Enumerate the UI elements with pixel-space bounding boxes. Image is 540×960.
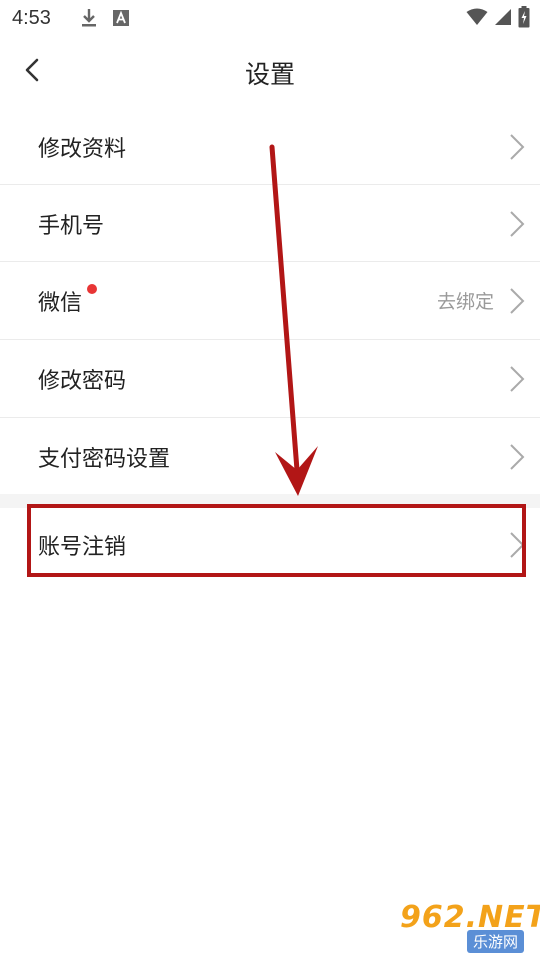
chevron-right-icon bbox=[510, 365, 525, 392]
settings-item-phone[interactable]: 手机号 bbox=[0, 185, 540, 262]
settings-item-wechat[interactable]: 微信 去绑定 bbox=[0, 262, 540, 339]
status-time: 4:53 bbox=[12, 6, 51, 29]
notification-badge bbox=[87, 284, 97, 294]
settings-item-label: 修改密码 bbox=[38, 368, 127, 394]
wifi-icon bbox=[466, 8, 488, 26]
status-bar: 4:53 bbox=[0, 0, 540, 36]
settings-item-payment-password[interactable]: 支付密码设置 bbox=[0, 418, 540, 495]
page-title: 设置 bbox=[244, 60, 295, 89]
battery-icon bbox=[518, 6, 530, 28]
download-icon bbox=[81, 8, 97, 28]
settings-item-label: 账号注销 bbox=[38, 535, 127, 560]
chevron-right-icon bbox=[510, 133, 525, 160]
chevron-right-icon bbox=[510, 210, 525, 237]
settings-item-account-deletion[interactable]: 账号注销 bbox=[0, 508, 540, 582]
a-notification-icon bbox=[112, 10, 129, 26]
chevron-right-icon bbox=[510, 532, 525, 558]
signal-icon bbox=[494, 8, 512, 26]
settings-item-label: 支付密码设置 bbox=[38, 446, 171, 472]
settings-item-label: 修改资料 bbox=[38, 136, 127, 162]
chevron-right-icon bbox=[510, 287, 525, 314]
chevron-right-icon bbox=[510, 443, 525, 470]
wechat-bind-status: 去绑定 bbox=[436, 291, 494, 313]
watermark-sub: 乐游网 bbox=[466, 930, 524, 953]
settings-item-label: 手机号 bbox=[38, 213, 105, 239]
site-watermark-logo: 962.NET 乐游网 bbox=[396, 900, 540, 956]
settings-item-label: 微信 bbox=[38, 290, 83, 316]
settings-item-change-password[interactable]: 修改密码 bbox=[0, 340, 540, 417]
app-header: 设置 bbox=[0, 36, 540, 108]
settings-item-edit-profile[interactable]: 修改资料 bbox=[0, 108, 540, 185]
